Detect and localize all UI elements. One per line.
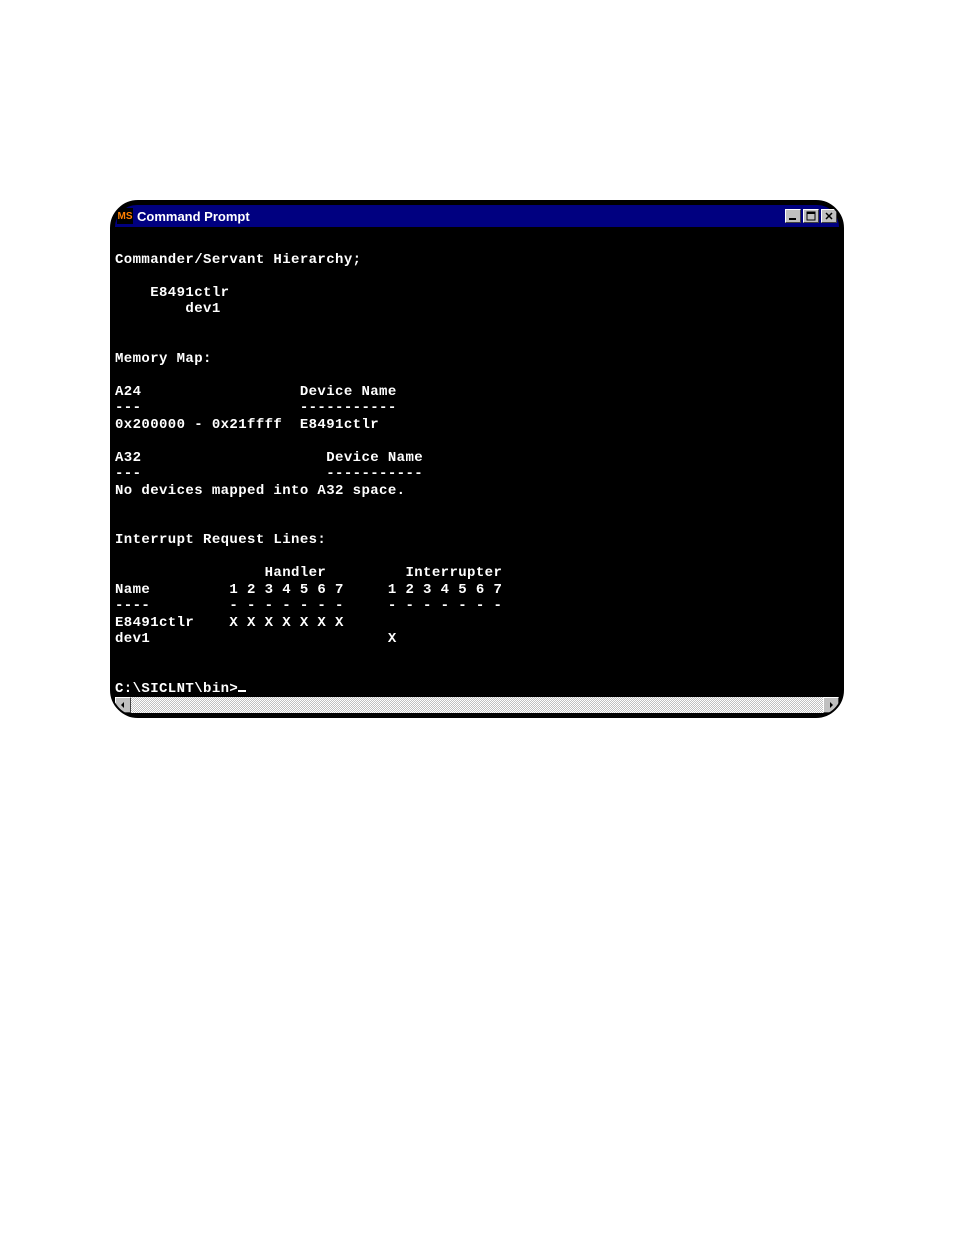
prompt: C:\SICLNT\bin> <box>115 681 238 697</box>
horizontal-scrollbar[interactable] <box>115 697 839 713</box>
window-title: Command Prompt <box>137 209 250 224</box>
scroll-right-button[interactable] <box>823 697 839 713</box>
cursor <box>238 690 246 692</box>
titlebar[interactable]: MS Command Prompt <box>115 205 839 227</box>
close-button[interactable] <box>821 209 837 223</box>
scroll-track[interactable] <box>131 697 823 713</box>
command-prompt-window: MS Command Prompt Commander/Servant Hier… <box>110 200 844 718</box>
terminal-output[interactable]: Commander/Servant Hierarchy; E8491ctlr d… <box>115 227 839 697</box>
scroll-left-button[interactable] <box>115 697 131 713</box>
system-menu-icon[interactable]: MS <box>117 208 133 224</box>
window-controls <box>785 209 837 223</box>
terminal-lines: Commander/Servant Hierarchy; E8491ctlr d… <box>115 252 502 648</box>
maximize-button[interactable] <box>803 209 819 223</box>
minimize-button[interactable] <box>785 209 801 223</box>
titlebar-left: MS Command Prompt <box>117 208 250 224</box>
